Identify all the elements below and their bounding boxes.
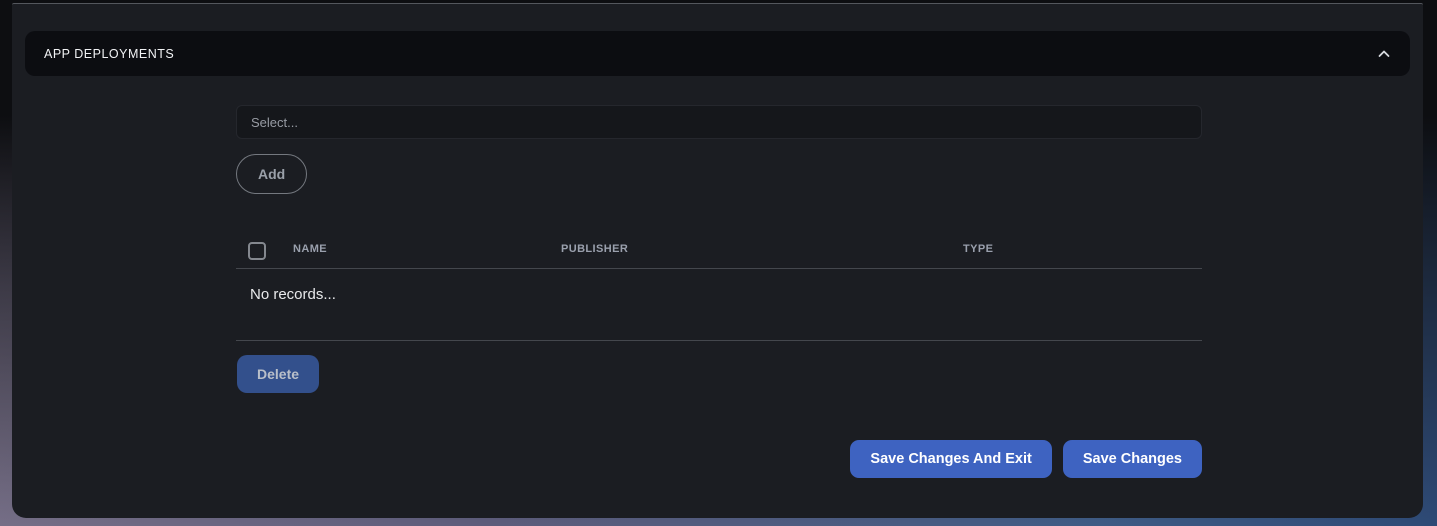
add-button[interactable]: Add [236, 154, 308, 194]
app-deployments-table: NAME PUBLISHER TYPE No records... [236, 229, 1202, 341]
page-background: { "panel": { "header": { "title": "APP D… [0, 0, 1437, 526]
column-header-publisher: PUBLISHER [561, 243, 629, 255]
section-header-app-deployments[interactable]: APP DEPLOYMENTS [25, 31, 1410, 76]
footer-actions: Save Changes And Exit Save Changes [236, 440, 1202, 478]
save-changes-and-exit-button[interactable]: Save Changes And Exit [850, 440, 1052, 478]
save-changes-button[interactable]: Save Changes [1062, 440, 1202, 478]
app-deployments-panel: APP DEPLOYMENTS Add NAME PUBLISHER TYPE … [12, 3, 1423, 518]
no-records-text: No records... [250, 286, 336, 303]
column-header-name: NAME [293, 243, 327, 255]
select-all-checkbox[interactable] [248, 242, 266, 260]
column-header-type: TYPE [963, 243, 994, 255]
app-select-input[interactable] [236, 105, 1202, 139]
chevron-up-icon[interactable] [1375, 45, 1393, 63]
table-empty-row: No records... [236, 269, 1202, 341]
section-title: APP DEPLOYMENTS [44, 46, 175, 61]
table-header-row: NAME PUBLISHER TYPE [236, 229, 1202, 269]
delete-button[interactable]: Delete [237, 355, 320, 393]
